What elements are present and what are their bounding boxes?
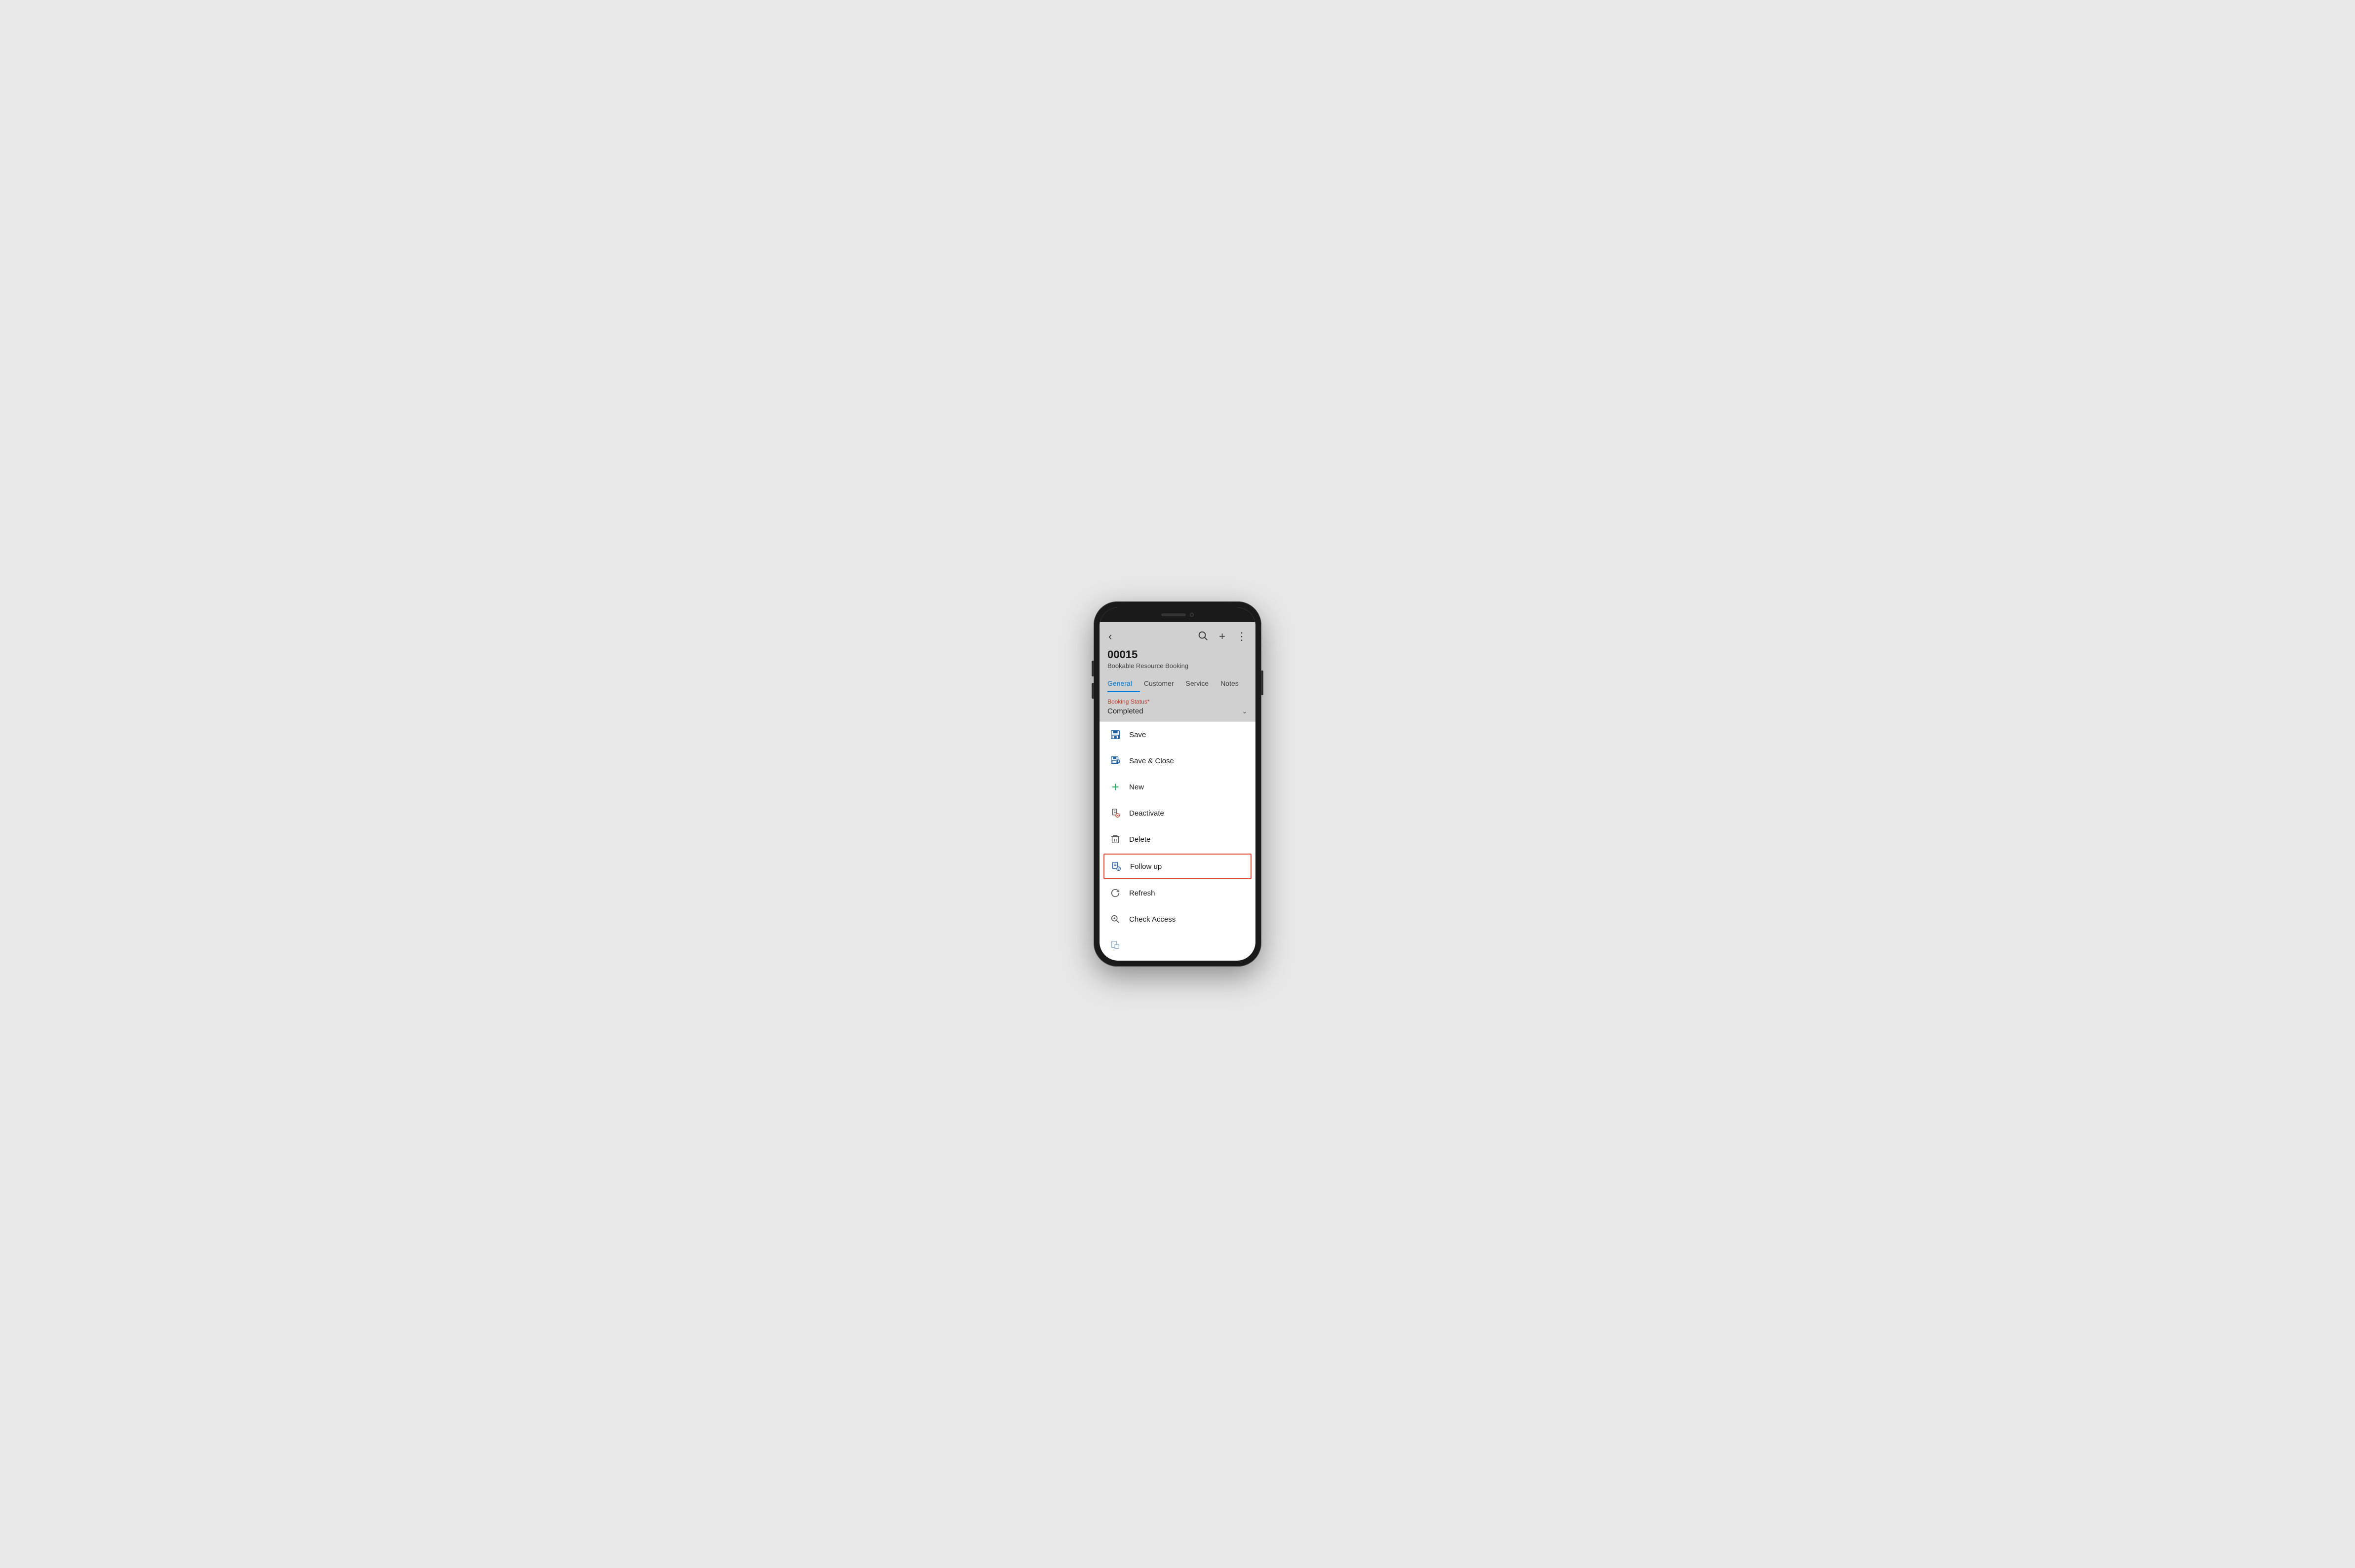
deactivate-label: Deactivate [1129, 809, 1164, 818]
check-access-icon [1109, 913, 1121, 925]
follow-up-label: Follow up [1130, 862, 1162, 871]
deactivate-icon [1109, 807, 1121, 819]
tab-notes[interactable]: Notes [1220, 675, 1247, 692]
new-icon [1109, 781, 1121, 793]
context-menu: Save 1 Save & Close [1100, 721, 1255, 961]
refresh-label: Refresh [1129, 889, 1155, 897]
menu-item-follow-up[interactable]: Follow up [1103, 854, 1252, 879]
dropdown-arrow-icon: ⌄ [1242, 707, 1248, 715]
menu-item-refresh[interactable]: Refresh [1100, 880, 1255, 906]
status-value: Completed [1107, 707, 1143, 715]
menu-item-check-access[interactable]: Check Access [1100, 906, 1255, 933]
save-close-icon: 1 [1109, 755, 1121, 767]
menu-item-deactivate[interactable]: Deactivate [1100, 800, 1255, 826]
svg-text:1: 1 [1117, 761, 1118, 764]
volume-down-button [1092, 683, 1094, 699]
record-id: 00015 [1107, 648, 1248, 661]
save-close-label: Save & Close [1129, 757, 1174, 765]
refresh-icon [1109, 887, 1121, 899]
phone-camera [1190, 613, 1194, 617]
tabs-row: General Customer Service Notes [1107, 675, 1248, 692]
status-dropdown[interactable]: Completed ⌄ [1107, 707, 1248, 715]
volume-up-button [1092, 661, 1094, 676]
phone-speaker [1161, 613, 1186, 616]
menu-item-save-close[interactable]: 1 Save & Close [1100, 748, 1255, 774]
booking-status-section: Booking Status* Completed ⌄ [1100, 692, 1255, 721]
menu-item-delete[interactable]: Delete [1100, 826, 1255, 853]
save-label: Save [1129, 731, 1146, 739]
delete-icon [1109, 833, 1121, 845]
status-label: Booking Status* [1107, 698, 1248, 705]
delete-label: Delete [1129, 835, 1150, 844]
power-button [1261, 671, 1263, 695]
search-button[interactable] [1196, 629, 1209, 643]
menu-item-save[interactable]: Save [1100, 722, 1255, 748]
app-header: ‹ + ⋮ 00015 Bookable Resource Booking [1100, 622, 1255, 692]
header-icon-group: + ⋮ [1196, 629, 1248, 643]
header-icons: ‹ + ⋮ [1107, 629, 1248, 643]
tab-service[interactable]: Service [1186, 675, 1217, 692]
screen-content: ‹ + ⋮ 00015 Bookable Resource Booking [1100, 622, 1255, 961]
tab-general[interactable]: General [1107, 675, 1140, 692]
more-button[interactable]: ⋮ [1235, 630, 1248, 643]
more-item-icon [1109, 939, 1121, 951]
check-access-label: Check Access [1129, 915, 1176, 924]
tab-customer[interactable]: Customer [1144, 675, 1182, 692]
back-button[interactable]: ‹ [1107, 630, 1113, 643]
menu-item-new[interactable]: New [1100, 774, 1255, 800]
required-star: * [1147, 698, 1150, 705]
add-button[interactable]: + [1218, 630, 1226, 643]
phone-screen: ‹ + ⋮ 00015 Bookable Resource Booking [1100, 607, 1255, 961]
new-label: New [1129, 783, 1144, 791]
record-type: Bookable Resource Booking [1107, 662, 1248, 670]
phone-frame: ‹ + ⋮ 00015 Bookable Resource Booking [1094, 601, 1261, 967]
follow-up-icon [1110, 860, 1122, 872]
save-icon [1109, 729, 1121, 741]
menu-item-more[interactable] [1100, 933, 1255, 959]
phone-top-bar [1100, 607, 1255, 622]
